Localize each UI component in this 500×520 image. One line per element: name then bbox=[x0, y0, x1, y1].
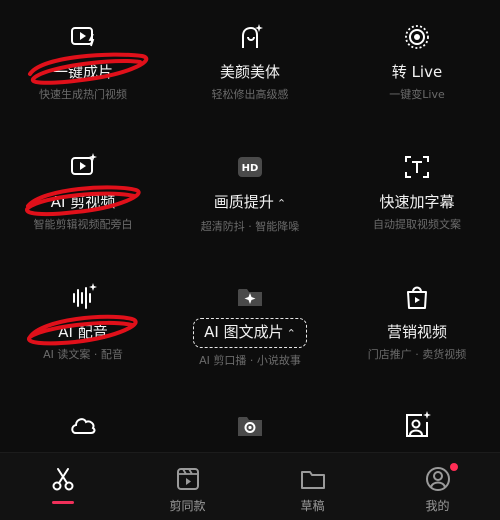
tab-label: 剪同款 bbox=[169, 499, 206, 513]
folder-icon bbox=[300, 471, 325, 489]
tool-ai-image-text-video[interactable]: AI 图文成片 ⌃ AI 剪口播 · 小说故事 bbox=[167, 282, 333, 368]
tool-subtitle: 门店推广 · 卖货视频 bbox=[367, 348, 467, 361]
tool-subtitle: 自动提取视频文案 bbox=[373, 218, 461, 231]
live-circle-icon bbox=[405, 25, 429, 49]
tool-subtitle: 一键变Live bbox=[389, 88, 445, 101]
tool-ai-voiceover[interactable]: AI 配音 AI 读文案 · 配音 bbox=[0, 282, 166, 362]
folder-sparkle-icon bbox=[238, 289, 262, 306]
tool-marketing-video[interactable]: 营销视频 门店推广 · 卖货视频 bbox=[334, 282, 500, 362]
tab-label: 草稿 bbox=[300, 499, 325, 513]
tool-title: AI 配音 bbox=[58, 323, 108, 341]
tab-drafts[interactable]: 草稿 bbox=[250, 453, 375, 520]
tools-grid: 一键成片 快速生成热门视频 美颜美体 轻松修出高级感 转 Live 一键变Liv… bbox=[0, 0, 500, 452]
tool-beauty[interactable]: 美颜美体 轻松修出高级感 bbox=[167, 22, 333, 102]
tool-camera[interactable] bbox=[167, 410, 333, 440]
tab-profile[interactable]: 我的 bbox=[375, 453, 500, 520]
profile-icon bbox=[425, 467, 450, 491]
highlight-dashed-box: AI 图文成片 ⌃ bbox=[193, 318, 307, 348]
tool-subtitle: 轻松修出高级感 bbox=[211, 88, 289, 101]
tool-title: 一键成片 bbox=[52, 63, 113, 81]
tool-title: 美颜美体 bbox=[219, 63, 280, 81]
cloud-icon bbox=[71, 418, 96, 434]
camera-folder-icon bbox=[238, 417, 262, 436]
tool-title: 画质提升 ⌃ bbox=[213, 193, 287, 211]
tool-subtitle: 超清防抖 · 智能降噪 bbox=[200, 220, 300, 233]
tab-edit[interactable] bbox=[0, 453, 125, 520]
tool-title: AI 图文成片 ⌃ bbox=[167, 318, 333, 348]
chevron-updown-icon: ⌃ bbox=[276, 197, 287, 210]
tool-title: AI 剪视频 bbox=[50, 193, 116, 211]
tool-cloud[interactable] bbox=[0, 410, 166, 440]
active-tab-indicator bbox=[51, 501, 74, 504]
play-flash-icon bbox=[71, 27, 95, 47]
play-sparkle-icon bbox=[71, 153, 97, 175]
scissors-icon bbox=[52, 468, 73, 491]
tool-subtitle: 快速生成热门视频 bbox=[39, 88, 127, 101]
svg-text:HD: HD bbox=[242, 163, 259, 174]
face-sparkle-icon bbox=[242, 24, 263, 48]
chevron-updown-icon: ⌃ bbox=[286, 327, 296, 340]
waveform-sparkle-icon bbox=[73, 283, 97, 309]
notification-dot bbox=[450, 463, 458, 471]
tool-to-live[interactable]: 转 Live 一键变Live bbox=[334, 22, 500, 102]
tool-ai-edit[interactable]: AI 剪视频 智能剪辑视频配旁白 bbox=[0, 152, 166, 232]
tool-subtitle: AI 读文案 · 配音 bbox=[43, 348, 123, 361]
tool-title: 快速加字幕 bbox=[379, 193, 455, 211]
tool-subtitle: AI 剪口播 · 小说故事 bbox=[199, 354, 301, 367]
film-icon bbox=[176, 468, 199, 490]
tool-title: 转 Live bbox=[391, 63, 443, 81]
tool-quick-subtitle[interactable]: 快速加字幕 自动提取视频文案 bbox=[334, 152, 500, 232]
tab-label: 我的 bbox=[425, 499, 450, 513]
hd-icon: HD bbox=[238, 157, 262, 177]
bottom-tab-bar: 剪同款 草稿 我的 bbox=[0, 452, 500, 520]
tool-one-click-video[interactable]: 一键成片 快速生成热门视频 bbox=[0, 22, 166, 102]
tool-title: 营销视频 bbox=[386, 323, 447, 341]
tool-quality-enhance[interactable]: HD 画质提升 ⌃ 超清防抖 · 智能降噪 bbox=[167, 152, 333, 234]
text-frame-icon bbox=[405, 156, 429, 178]
tool-subtitle: 智能剪辑视频配旁白 bbox=[33, 218, 133, 231]
shopping-bag-icon bbox=[407, 286, 427, 309]
portrait-sparkle-icon bbox=[406, 411, 431, 437]
tab-templates[interactable]: 剪同款 bbox=[125, 453, 250, 520]
tool-portrait[interactable] bbox=[334, 410, 500, 440]
